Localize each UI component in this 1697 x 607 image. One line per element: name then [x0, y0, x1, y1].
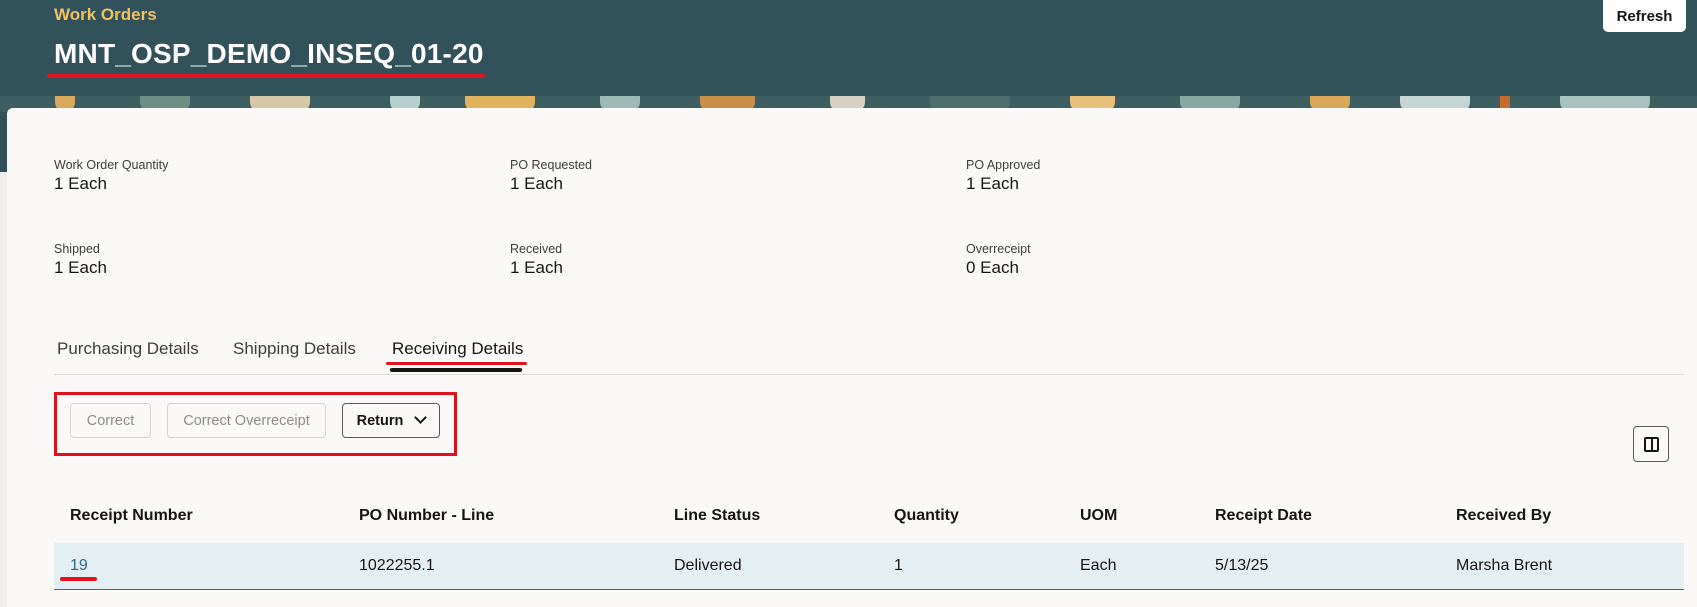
metric-po-approved: PO Approved 1 Each — [966, 158, 1040, 194]
metric-label: PO Requested — [510, 158, 592, 172]
cell-line-status: Delivered — [674, 557, 742, 574]
tab-shipping-details[interactable]: Shipping Details — [233, 339, 356, 359]
breadcrumb-work-orders[interactable]: Work Orders — [54, 5, 157, 25]
title-annotation-underline — [47, 74, 485, 78]
column-header-line-status[interactable]: Line Status — [674, 507, 760, 525]
active-tab-indicator — [390, 368, 522, 372]
tab-annotation-underline — [386, 362, 527, 365]
metric-label: Overreceipt — [966, 242, 1031, 256]
tab-divider — [54, 374, 1684, 375]
columns-icon — [1644, 437, 1659, 452]
metric-work-order-quantity: Work Order Quantity 1 Each — [54, 158, 168, 194]
cell-po-number-line: 1022255.1 — [359, 557, 435, 574]
tab-receiving-details[interactable]: Receiving Details — [392, 339, 523, 359]
tab-purchasing-details[interactable]: Purchasing Details — [57, 339, 199, 359]
metric-label: Work Order Quantity — [54, 158, 169, 172]
return-button-label: Return — [356, 412, 404, 429]
receipt-annotation-underline — [60, 577, 97, 581]
metric-label: Received — [510, 242, 563, 256]
column-header-receipt-date[interactable]: Receipt Date — [1215, 507, 1312, 525]
metric-received: Received 1 Each — [510, 242, 563, 278]
table-row[interactable] — [54, 543, 1684, 590]
column-header-receipt-number[interactable]: Receipt Number — [70, 507, 193, 525]
correct-overreceipt-button[interactable]: Correct Overreceipt — [167, 403, 326, 438]
metric-value: 1 Each — [54, 258, 107, 277]
metric-shipped: Shipped 1 Each — [54, 242, 107, 278]
refresh-button[interactable]: Refresh — [1603, 0, 1686, 32]
metric-value: 1 Each — [966, 174, 1019, 193]
receipt-number-link[interactable]: 19 — [70, 557, 88, 575]
chevron-down-icon — [414, 410, 428, 424]
correct-button[interactable]: Correct — [70, 403, 151, 438]
metric-label: Shipped — [54, 242, 100, 256]
metric-po-requested: PO Requested 1 Each — [510, 158, 592, 194]
metric-value: 1 Each — [510, 258, 563, 277]
columns-toggle-button[interactable] — [1633, 426, 1669, 462]
cell-receipt-date: 5/13/25 — [1215, 557, 1269, 574]
column-header-uom[interactable]: UOM — [1080, 507, 1117, 525]
return-button[interactable]: Return — [342, 403, 440, 438]
cell-quantity: 1 — [894, 557, 903, 574]
metric-overreceipt: Overreceipt 0 Each — [966, 242, 1031, 278]
metric-value: 1 Each — [54, 174, 107, 193]
column-header-quantity[interactable]: Quantity — [894, 507, 959, 525]
page-title: MNT_OSP_DEMO_INSEQ_01-20 — [54, 38, 484, 69]
metric-value: 1 Each — [510, 174, 563, 193]
column-header-po-number-line[interactable]: PO Number - Line — [359, 507, 494, 525]
cell-received-by: Marsha Brent — [1456, 557, 1553, 574]
metric-label: PO Approved — [966, 158, 1041, 172]
column-header-received-by[interactable]: Received By — [1456, 507, 1551, 525]
cell-uom: Each — [1080, 557, 1117, 574]
metric-value: 0 Each — [966, 258, 1019, 277]
